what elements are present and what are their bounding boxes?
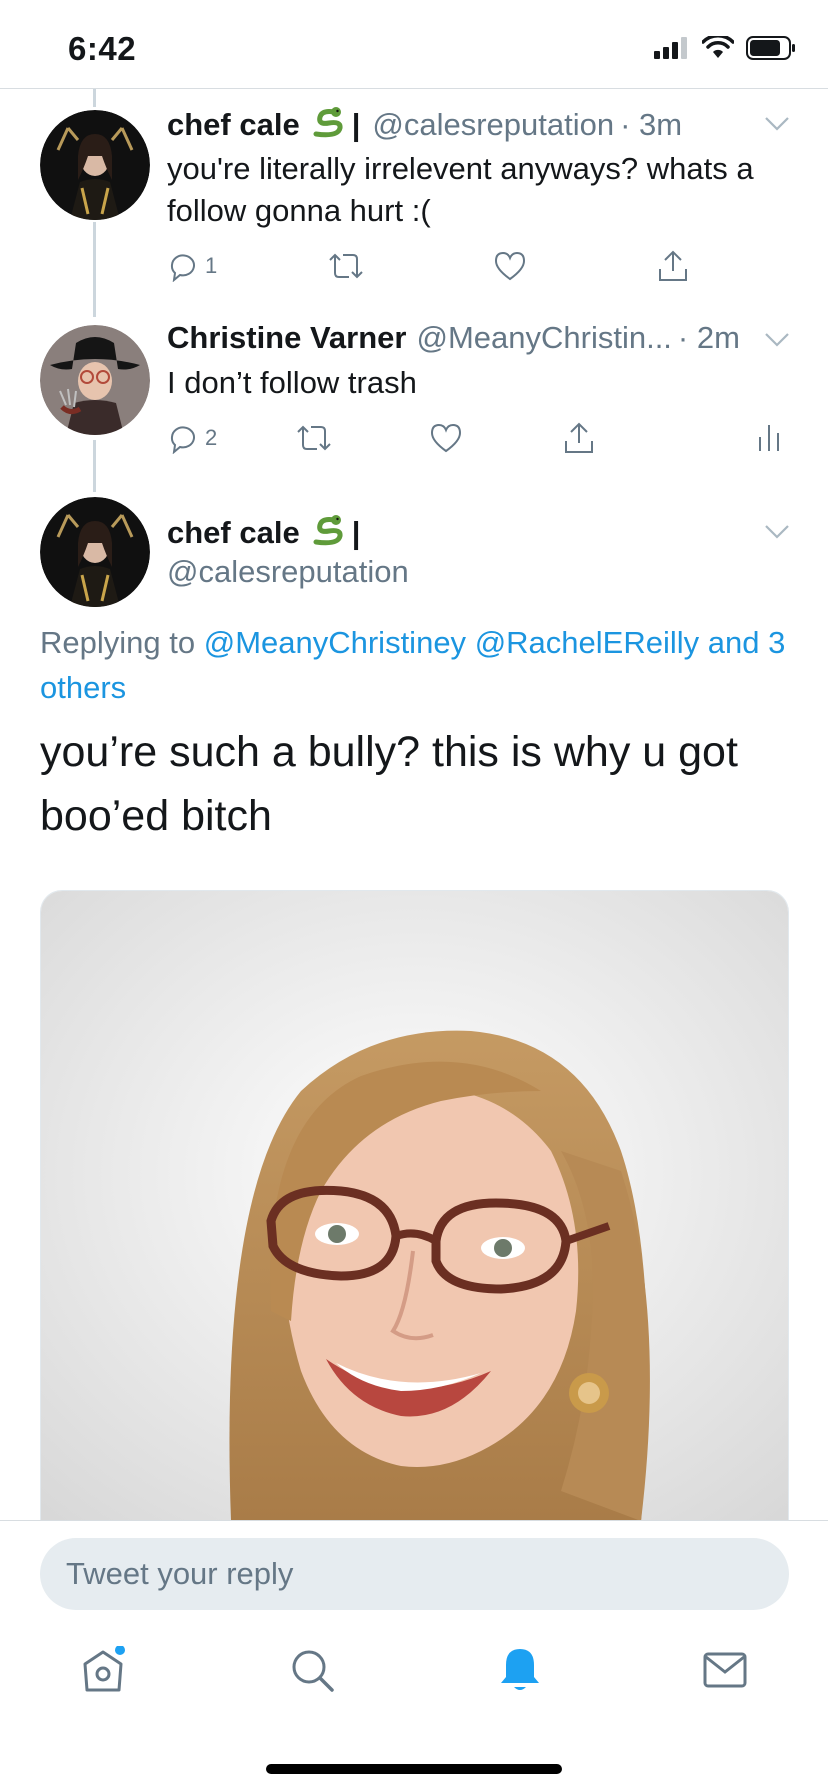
chef-cale-avatar: [40, 497, 150, 607]
tab-bar: [0, 1630, 828, 1720]
reply-icon: [170, 254, 195, 282]
handle[interactable]: @MeanyChristin...: [416, 320, 671, 356]
messages-icon: [703, 1652, 747, 1688]
reply-count: 1: [205, 253, 218, 278]
chevron-down-icon[interactable]: [764, 332, 790, 348]
christine-varner-avatar: [40, 325, 150, 435]
mention-link[interactable]: @RachelEReilly: [475, 625, 699, 660]
like-button[interactable]: [429, 422, 463, 454]
thread-line: [93, 89, 96, 107]
main-tweet-text: you’re such a bully? this is why u got b…: [40, 728, 738, 840]
timestamp: · 2m: [677, 320, 740, 355]
tweet-header: Christine Varner @MeanyChristin... · 2m: [167, 320, 740, 356]
reply-count: 2: [205, 425, 218, 450]
chevron-down-icon[interactable]: [764, 116, 790, 132]
tweet-photo[interactable]: [40, 890, 789, 1520]
handle[interactable]: @calesreputation: [372, 107, 614, 143]
home-indicator[interactable]: [266, 1764, 562, 1774]
search-icon: [292, 1650, 334, 1692]
tab-notifications[interactable]: [490, 1640, 550, 1700]
display-name-suffix: |: [351, 515, 361, 550]
portrait-image: [41, 891, 788, 1520]
heart-icon: [430, 423, 462, 453]
retweet-button[interactable]: [327, 251, 365, 281]
tweet-header: chef cale | @calesreputation · 3m: [167, 104, 682, 146]
chevron-down-icon[interactable]: [764, 524, 790, 540]
analytics-button[interactable]: [757, 423, 781, 453]
tab-home[interactable]: [73, 1640, 133, 1700]
like-button[interactable]: [493, 250, 527, 282]
status-time: 6:42: [68, 30, 137, 67]
share-icon: [565, 422, 593, 453]
avatar[interactable]: [40, 110, 150, 220]
reply-button[interactable]: 1: [167, 250, 217, 282]
reply-divider: [0, 1520, 828, 1521]
snake-icon: [310, 104, 346, 146]
heart-icon: [494, 251, 526, 281]
status-icons: [654, 36, 796, 60]
and-label[interactable]: and: [708, 625, 760, 660]
status-bar: 6:42: [0, 0, 828, 88]
tab-messages[interactable]: [695, 1640, 755, 1700]
snake-icon: [310, 512, 346, 554]
tab-search[interactable]: [282, 1640, 342, 1700]
share-icon: [659, 250, 687, 281]
display-name-suffix: |: [351, 107, 361, 142]
header-divider: [0, 88, 828, 89]
reply-button[interactable]: 2: [167, 422, 217, 454]
retweet-icon: [329, 253, 363, 279]
reply-icon: [170, 426, 195, 454]
timestamp: · 3m: [620, 107, 683, 142]
main-tweet-handle-line: @calesreputation: [167, 554, 409, 590]
chef-cale-avatar: [40, 110, 150, 220]
retweet-icon: [297, 425, 331, 451]
tweet-text: you're literally irrelevent anyways? wha…: [167, 151, 754, 228]
battery-icon: [746, 36, 795, 60]
home-icon: [83, 1646, 125, 1692]
reply-input[interactable]: [66, 1538, 766, 1610]
avatar[interactable]: [40, 325, 150, 435]
replying-to-label: Replying to: [40, 625, 196, 660]
handle[interactable]: @calesreputation: [167, 554, 409, 590]
share-button[interactable]: [563, 421, 595, 455]
tweet-text: I don’t follow trash: [167, 365, 417, 400]
thread-line: [93, 222, 96, 317]
notifications-icon: [501, 1649, 539, 1690]
retweet-button[interactable]: [295, 423, 333, 453]
mention-link[interactable]: @MeanyChristiney: [204, 625, 466, 660]
replying-to: Replying to @MeanyChristiney @RachelERei…: [40, 620, 800, 710]
display-name[interactable]: chef cale: [167, 515, 300, 551]
display-name[interactable]: Christine Varner: [167, 320, 406, 356]
avatar[interactable]: [40, 497, 150, 607]
reply-box[interactable]: [40, 1538, 789, 1610]
signal-icon: [654, 37, 687, 59]
analytics-icon: [759, 425, 779, 451]
wifi-icon: [702, 36, 734, 58]
display-name[interactable]: chef cale: [167, 107, 300, 143]
main-tweet-name-line: chef cale |: [167, 512, 360, 554]
share-button[interactable]: [657, 249, 689, 283]
thread-line: [93, 440, 96, 492]
